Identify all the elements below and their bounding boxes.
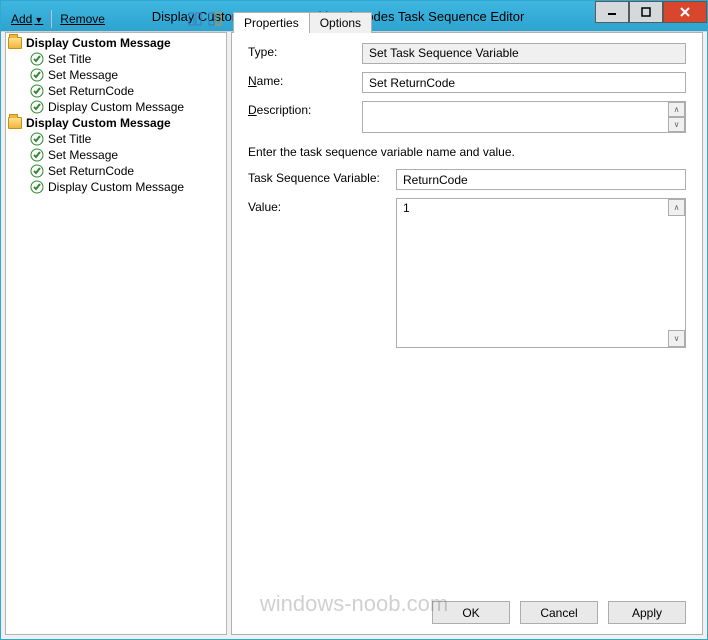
cancel-button[interactable]: Cancel <box>520 601 598 624</box>
refresh-icon[interactable] <box>207 11 223 27</box>
form-area: Type: Set Task Sequence Variable Name: D… <box>232 33 702 593</box>
tab-strip: Properties Options <box>231 10 703 32</box>
description-label: Description: <box>248 101 354 117</box>
check-icon <box>30 164 44 178</box>
tree-item-label: Set Title <box>48 52 91 66</box>
scroll-down-icon[interactable]: ∨ <box>668 330 685 347</box>
tree-item[interactable]: Set Message <box>8 147 224 163</box>
tree-group[interactable]: Display Custom Message <box>8 35 224 51</box>
tab-options[interactable]: Options <box>309 12 372 33</box>
description-input[interactable] <box>363 102 668 132</box>
tree-group[interactable]: Display Custom Message <box>8 115 224 131</box>
tsv-row: Task Sequence Variable: <box>248 169 686 190</box>
toolbar-separator <box>51 10 52 28</box>
check-icon <box>30 52 44 66</box>
tree-item-label: Display Custom Message <box>48 180 184 194</box>
tab-panel-properties: Type: Set Task Sequence Variable Name: D… <box>231 32 703 635</box>
toolbar: Add▼ Remove <box>5 6 227 32</box>
tree-item-label: Display Custom Message <box>48 100 184 114</box>
dialog-buttons: OK Cancel Apply <box>232 593 702 634</box>
tree-item-label: Set Message <box>48 68 118 82</box>
editor-window: Display Custom Messages with exit codes … <box>0 0 708 640</box>
left-column: Add▼ Remove Display Custom Mess <box>5 6 227 635</box>
check-icon <box>30 132 44 146</box>
check-icon <box>30 180 44 194</box>
apply-button[interactable]: Apply <box>608 601 686 624</box>
description-row: Description: ∧ ∨ <box>248 101 686 133</box>
description-scrollbar[interactable]: ∧ ∨ <box>668 102 685 132</box>
tree-item-label: Set ReturnCode <box>48 84 134 98</box>
value-input[interactable] <box>397 199 668 347</box>
tree-item[interactable]: Set ReturnCode <box>8 163 224 179</box>
task-sequence-tree[interactable]: Display Custom Message Set Title Set Mes… <box>5 32 227 635</box>
scroll-up-icon[interactable]: ∧ <box>668 199 685 216</box>
name-label: Name: <box>248 72 354 88</box>
add-button[interactable]: Add▼ <box>9 11 45 27</box>
tab-properties[interactable]: Properties <box>233 12 310 33</box>
tree-group-label: Display Custom Message <box>26 36 171 50</box>
value-scrollbar[interactable]: ∧ ∨ <box>668 199 685 347</box>
tree-item[interactable]: Set Message <box>8 67 224 83</box>
value-label: Value: <box>248 198 388 214</box>
name-row: Name: <box>248 72 686 93</box>
folder-icon <box>8 37 22 49</box>
scroll-down-icon[interactable]: ∨ <box>668 117 685 132</box>
chevron-down-icon: ▼ <box>34 15 43 25</box>
client-area: Add▼ Remove Display Custom Mess <box>1 31 707 639</box>
value-field-wrap: ∧ ∨ <box>396 198 686 348</box>
folder-icon <box>8 117 22 129</box>
main-row: Add▼ Remove Display Custom Mess <box>5 6 703 635</box>
outline-toggle-icon[interactable] <box>187 11 203 27</box>
tree-item-label: Set Title <box>48 132 91 146</box>
type-row: Type: Set Task Sequence Variable <box>248 43 686 64</box>
tsv-label: Task Sequence Variable: <box>248 169 388 185</box>
tree-item-label: Set ReturnCode <box>48 164 134 178</box>
tree-item-label: Set Message <box>48 148 118 162</box>
scroll-up-icon[interactable]: ∧ <box>668 102 685 117</box>
tree-item[interactable]: Set Title <box>8 131 224 147</box>
check-icon <box>30 148 44 162</box>
name-input[interactable] <box>362 72 686 93</box>
tree-item[interactable]: Display Custom Message <box>8 99 224 115</box>
tree-item[interactable]: Set Title <box>8 51 224 67</box>
type-value: Set Task Sequence Variable <box>362 43 686 64</box>
tree-item[interactable]: Display Custom Message <box>8 179 224 195</box>
tsv-input[interactable] <box>396 169 686 190</box>
ok-button[interactable]: OK <box>432 601 510 624</box>
check-icon <box>30 100 44 114</box>
check-icon <box>30 84 44 98</box>
tree-item[interactable]: Set ReturnCode <box>8 83 224 99</box>
instruction-text: Enter the task sequence variable name an… <box>248 141 686 161</box>
description-field-wrap: ∧ ∨ <box>362 101 686 133</box>
value-row: Value: ∧ ∨ <box>248 198 686 389</box>
right-column: Properties Options Type: Set Task Sequen… <box>231 6 703 635</box>
tree-group-label: Display Custom Message <box>26 116 171 130</box>
type-label: Type: <box>248 43 354 59</box>
remove-button[interactable]: Remove <box>58 11 107 27</box>
check-icon <box>30 68 44 82</box>
